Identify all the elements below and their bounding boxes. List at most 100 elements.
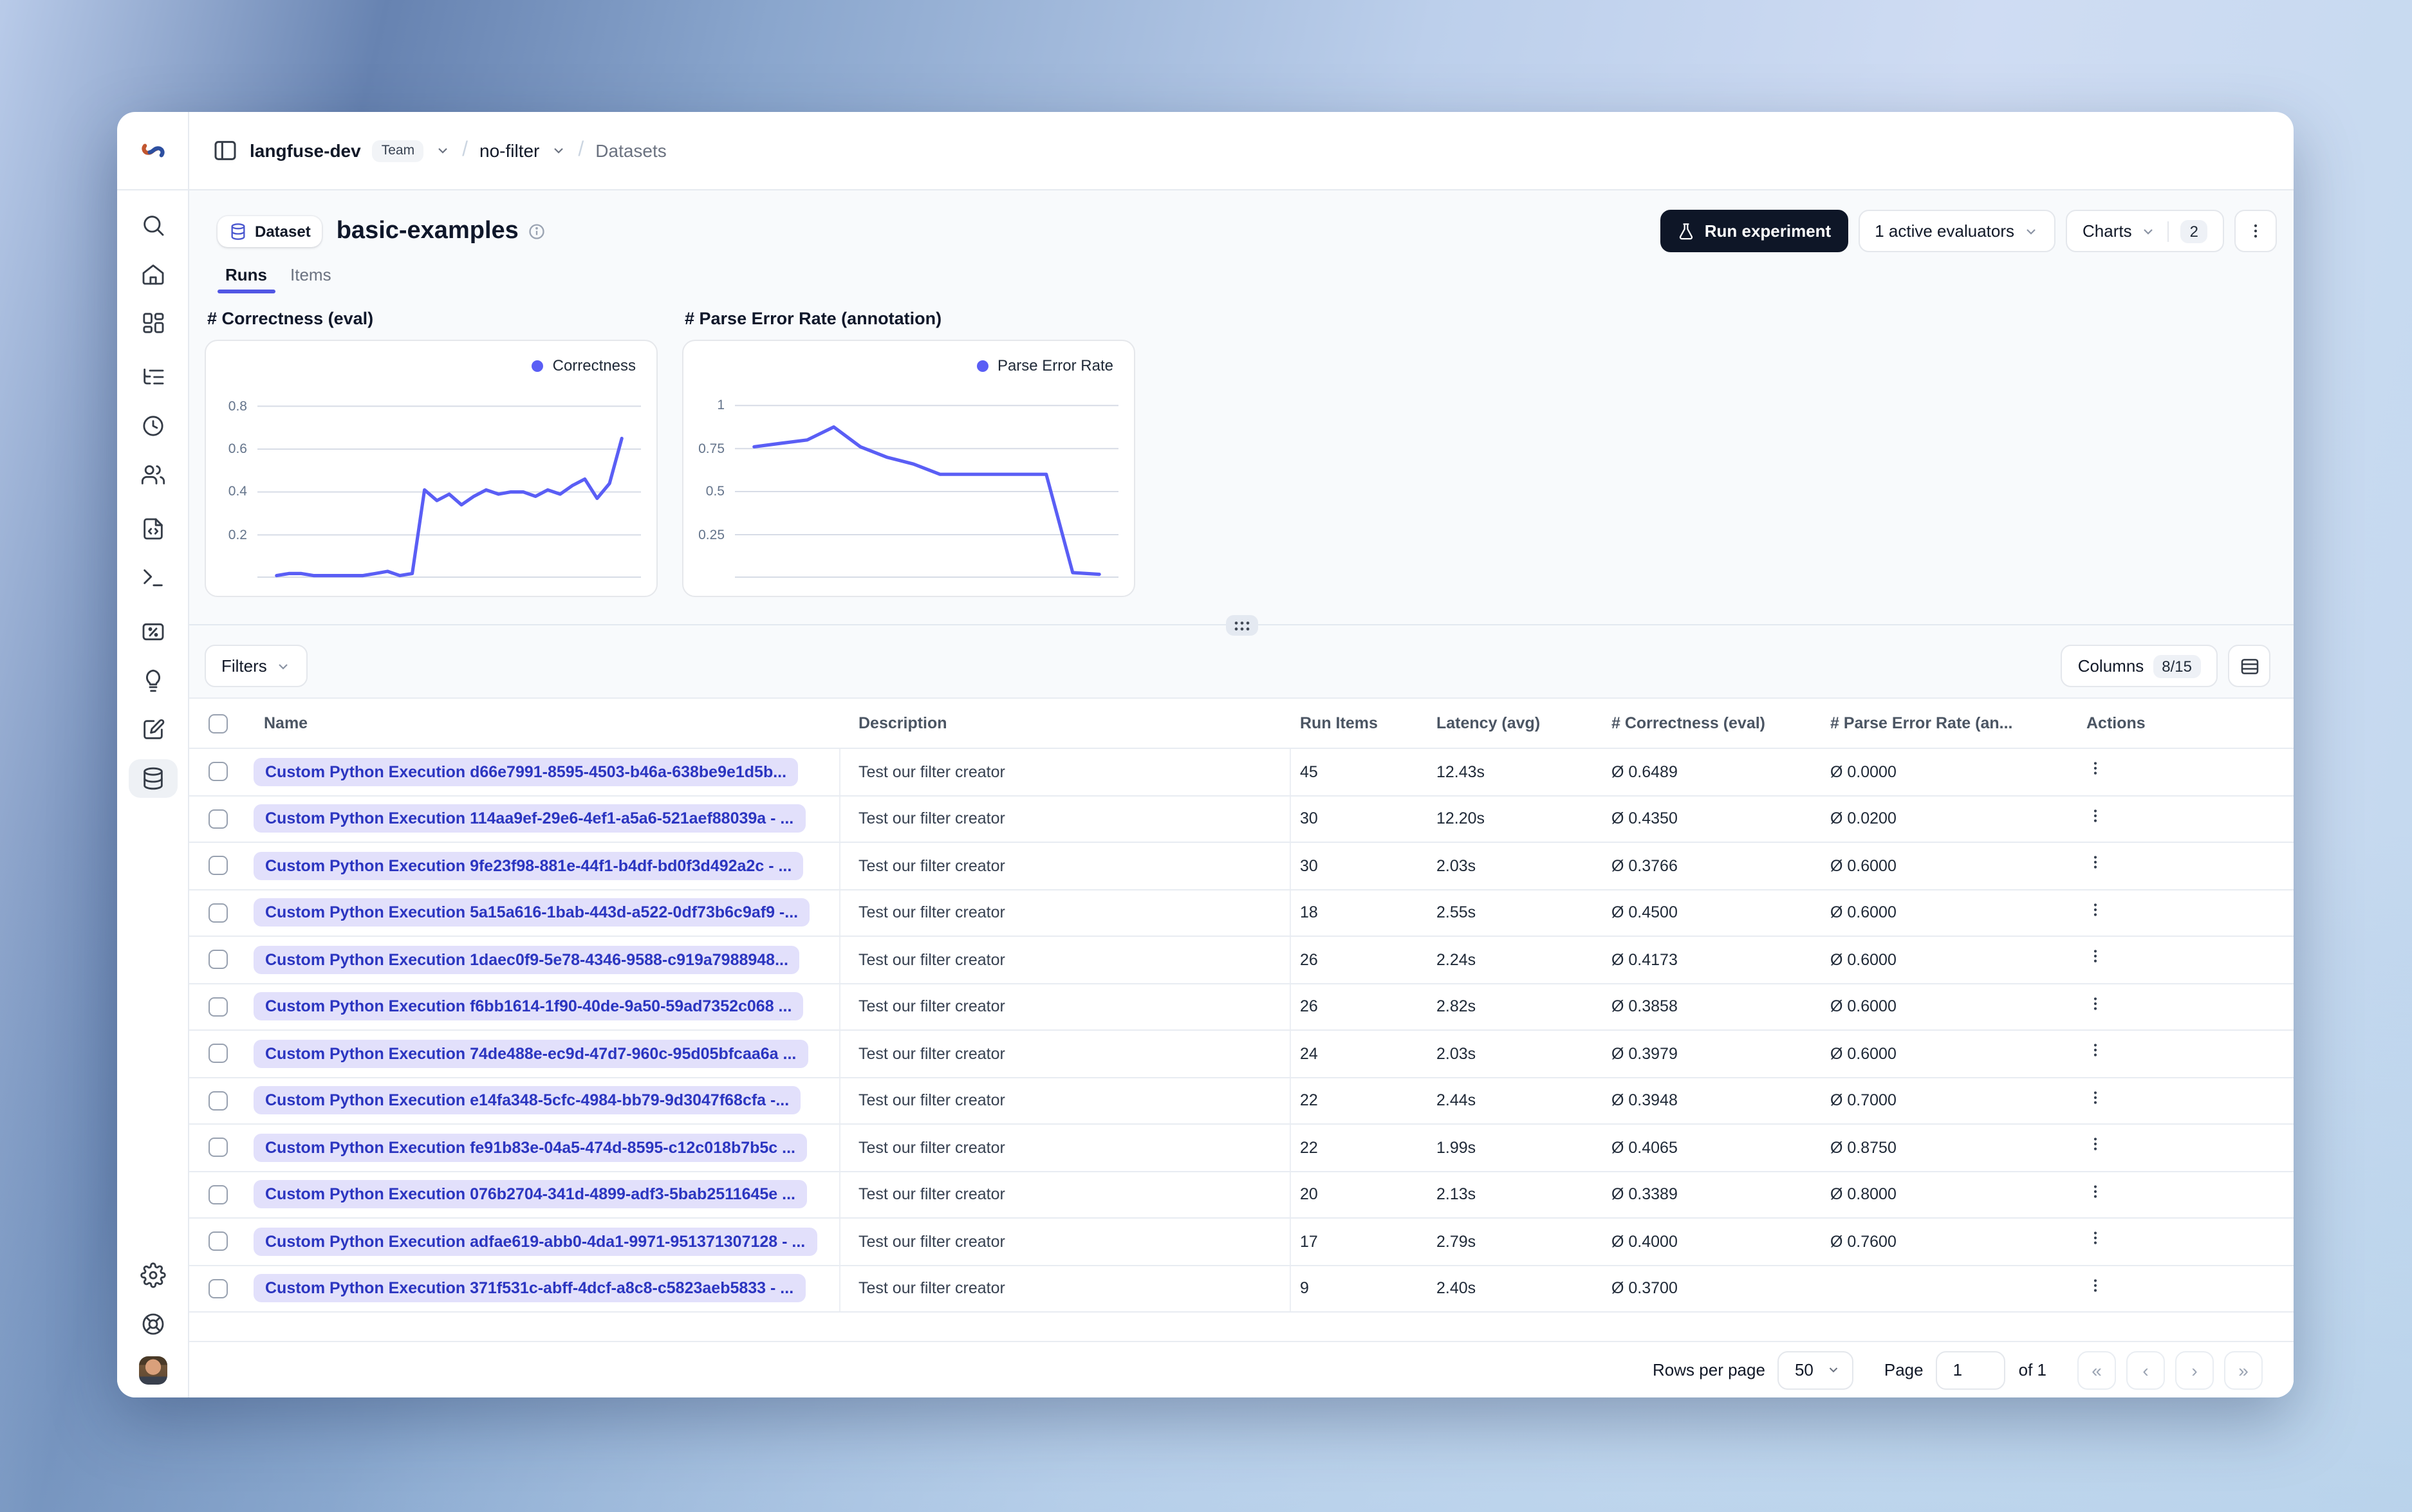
run-name-link[interactable]: Custom Python Execution fe91b83e-04a5-47… (254, 1133, 807, 1162)
charts-dropdown[interactable]: Charts 2 (2066, 210, 2224, 252)
breadcrumb-section[interactable]: Datasets (595, 140, 667, 161)
gear-icon (140, 1262, 165, 1288)
row-checkbox[interactable] (208, 1138, 227, 1157)
more-actions-button[interactable] (2234, 210, 2277, 252)
row-actions-kebab-icon[interactable] (2086, 1090, 2104, 1112)
run-name-link[interactable]: Custom Python Execution e14fa348-5cfc-49… (254, 1086, 801, 1115)
column-header-latency[interactable]: Latency (avg) (1427, 714, 1602, 732)
user-avatar[interactable] (138, 1356, 167, 1385)
row-checkbox[interactable] (208, 762, 227, 782)
sidebar-item-scores[interactable] (128, 613, 177, 651)
row-checkbox[interactable] (208, 997, 227, 1017)
info-icon[interactable] (528, 222, 546, 240)
row-actions-kebab-icon[interactable] (2086, 949, 2104, 971)
app-logo[interactable] (117, 112, 189, 189)
panel-divider (189, 615, 2294, 636)
column-header-description[interactable]: Description (840, 714, 1291, 732)
sidebar-item-insights[interactable] (128, 661, 177, 700)
latency-value: 2.13s (1436, 1185, 1476, 1204)
sidebar-item-datasets[interactable] (128, 759, 177, 798)
run-name-link[interactable]: Custom Python Execution 076b2704-341d-48… (254, 1180, 807, 1209)
run-name-link[interactable]: Custom Python Execution f6bb1614-1f90-40… (254, 992, 804, 1021)
row-actions-kebab-icon[interactable] (2086, 1278, 2104, 1300)
sidebar-item-prompts[interactable] (128, 510, 177, 548)
row-actions-kebab-icon[interactable] (2086, 902, 2104, 924)
columns-button[interactable]: Columns 8/15 (2061, 645, 2218, 687)
charts-label: Charts (2083, 221, 2132, 241)
row-checkbox[interactable] (208, 1185, 227, 1204)
next-page-button[interactable]: › (2175, 1351, 2214, 1389)
run-items-value: 20 (1300, 1185, 1318, 1204)
filters-button[interactable]: Filters (205, 645, 308, 687)
sidebar (117, 190, 189, 1397)
column-header-correctness[interactable]: # Correctness (eval) (1602, 714, 1821, 732)
previous-page-button[interactable]: ‹ (2126, 1351, 2165, 1389)
rows-per-page-select[interactable]: 50 (1777, 1351, 1853, 1389)
row-checkbox[interactable] (208, 903, 227, 923)
breadcrumb-org[interactable]: langfuse-dev (250, 140, 361, 161)
chevron-down-icon[interactable] (551, 143, 566, 158)
row-actions-kebab-icon[interactable] (2086, 996, 2104, 1018)
column-header-name[interactable]: Name (246, 714, 840, 732)
run-description: Test our filter creator (840, 1031, 1291, 1076)
sidebar-item-users[interactable] (128, 456, 177, 494)
sidebar-item-search[interactable] (128, 206, 177, 244)
correctness-value: Ø 0.4173 (1611, 950, 1678, 969)
row-actions-kebab-icon[interactable] (2086, 1043, 2104, 1065)
tab-items[interactable]: Items (290, 265, 331, 293)
column-header-run-items[interactable]: Run Items (1291, 714, 1427, 732)
sidebar-item-tracing[interactable] (128, 358, 177, 396)
sidebar-item-home[interactable] (128, 255, 177, 293)
page-number-input[interactable] (1936, 1351, 2006, 1389)
tab-runs[interactable]: Runs (218, 265, 274, 293)
table-row: Custom Python Execution 1daec0f9-5e78-43… (189, 937, 2294, 984)
run-name-link[interactable]: Custom Python Execution 371f531c-abff-4d… (254, 1274, 806, 1303)
run-name-link[interactable]: Custom Python Execution adfae619-abb0-4d… (254, 1227, 817, 1256)
row-actions-kebab-icon[interactable] (2086, 1137, 2104, 1159)
sidebar-item-playground[interactable] (128, 558, 177, 597)
breadcrumb-project[interactable]: no-filter (479, 140, 539, 161)
page-label: Page (1884, 1360, 1924, 1379)
row-actions-kebab-icon[interactable] (2086, 808, 2104, 830)
row-checkbox[interactable] (208, 856, 227, 876)
last-page-button[interactable]: » (2224, 1351, 2263, 1389)
row-actions-kebab-icon[interactable] (2086, 855, 2104, 877)
row-actions-kebab-icon[interactable] (2086, 1184, 2104, 1206)
parse-error-value: Ø 0.6000 (1830, 856, 1897, 875)
first-page-button[interactable]: « (2077, 1351, 2116, 1389)
evaluators-dropdown[interactable]: 1 active evaluators (1858, 210, 2056, 252)
run-name-link[interactable]: Custom Python Execution d66e7991-8595-45… (254, 757, 799, 786)
resize-grip-icon[interactable] (1225, 615, 1257, 636)
row-actions-kebab-icon[interactable] (2086, 761, 2104, 783)
run-experiment-button[interactable]: Run experiment (1660, 210, 1848, 252)
run-name-link[interactable]: Custom Python Execution 5a15a616-1bab-44… (254, 898, 810, 927)
row-checkbox[interactable] (208, 1231, 227, 1251)
chevron-down-icon[interactable] (435, 143, 450, 158)
row-checkbox[interactable] (208, 1278, 227, 1298)
correctness-value: Ø 0.3979 (1611, 1044, 1678, 1063)
latency-value: 2.03s (1436, 1044, 1476, 1063)
y-tick-label: 0.8 (228, 398, 247, 414)
run-name-link[interactable]: Custom Python Execution 9fe23f98-881e-44… (254, 851, 804, 880)
run-name-link[interactable]: Custom Python Execution 114aa9ef-29e6-4e… (254, 804, 806, 833)
table-row: Custom Python Execution d66e7991-8595-45… (189, 749, 2294, 796)
row-checkbox[interactable] (208, 809, 227, 829)
sidebar-item-dashboards[interactable] (128, 304, 177, 342)
row-height-button[interactable] (2228, 645, 2270, 687)
row-actions-kebab-icon[interactable] (2086, 1231, 2104, 1253)
datasets-icon (140, 766, 165, 791)
run-name-link[interactable]: Custom Python Execution 1daec0f9-5e78-43… (254, 945, 800, 974)
select-all-checkbox[interactable] (208, 714, 227, 733)
sidebar-item-support[interactable] (128, 1305, 177, 1343)
row-checkbox[interactable] (208, 1044, 227, 1064)
column-header-parse-error[interactable]: # Parse Error Rate (an... (1821, 714, 2055, 732)
table-footer: Rows per page 50 Page of 1 « ‹ › » (189, 1341, 2294, 1397)
sidebar-toggle-icon[interactable] (212, 138, 238, 163)
chevron-down-icon (276, 658, 292, 674)
row-checkbox[interactable] (208, 950, 227, 970)
sidebar-item-sessions[interactable] (128, 407, 177, 445)
run-name-link[interactable]: Custom Python Execution 74de488e-ec9d-47… (254, 1039, 808, 1068)
sidebar-item-settings[interactable] (128, 1256, 177, 1295)
sidebar-item-annotation[interactable] (128, 710, 177, 749)
row-checkbox[interactable] (208, 1091, 227, 1111)
